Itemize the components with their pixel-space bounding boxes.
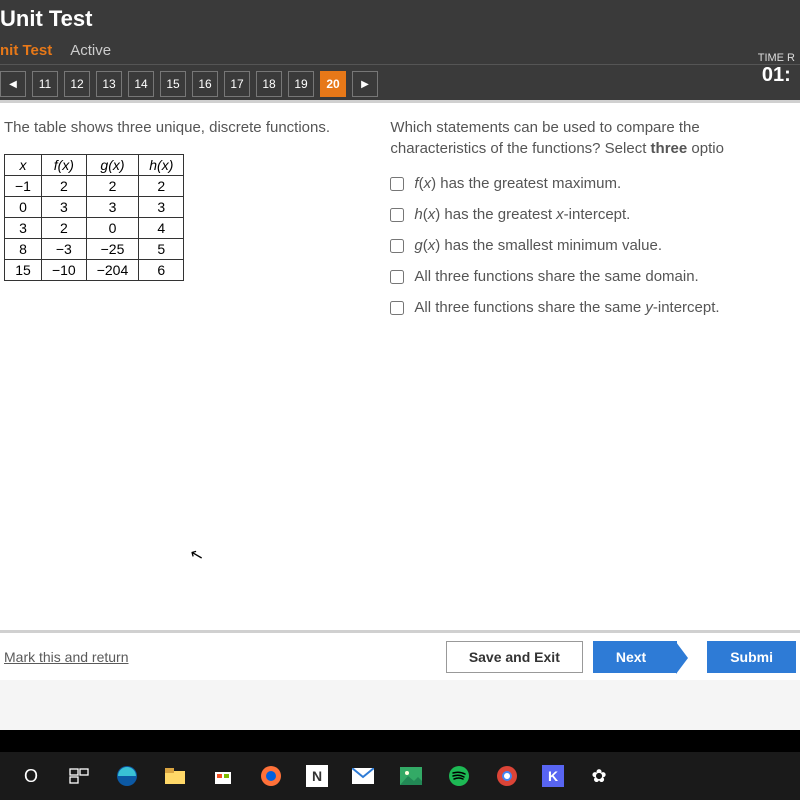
option-3-label: g(x) has the smallest minimum value.: [414, 237, 662, 254]
firefox-icon[interactable]: [258, 763, 284, 789]
question-content: The table shows three unique, discrete f…: [0, 100, 800, 680]
task-view-icon[interactable]: [66, 763, 92, 789]
search-icon[interactable]: O: [18, 763, 44, 789]
table-row: −1222: [5, 176, 184, 197]
nav-item-18[interactable]: 18: [256, 71, 282, 97]
crumb-active: Active: [70, 42, 111, 59]
photos-icon[interactable]: [398, 763, 424, 789]
mark-return-link[interactable]: Mark this and return: [4, 649, 129, 665]
th-gx: g(x): [86, 155, 139, 176]
question-nav: ◀ 11 12 13 14 15 16 17 18 19 20 ▶: [0, 64, 800, 104]
app-k-icon[interactable]: K: [542, 765, 564, 787]
option-3[interactable]: g(x) has the smallest minimum value.: [390, 237, 796, 254]
table-row: 8−3−255: [5, 239, 184, 260]
mail-icon[interactable]: [350, 763, 376, 789]
answer-options: f(x) has the greatest maximum. h(x) has …: [390, 175, 796, 316]
nav-item-12[interactable]: 12: [64, 71, 90, 97]
footer-bar: Mark this and return Save and Exit Next …: [0, 630, 800, 680]
right-prompt: Which statements can be used to compare …: [390, 117, 796, 159]
chrome-icon[interactable]: [494, 763, 520, 789]
checkbox-5[interactable]: [390, 301, 404, 315]
spotify-icon[interactable]: [446, 763, 472, 789]
nav-item-20[interactable]: 20: [320, 71, 346, 97]
windows-taskbar[interactable]: O N K ✿: [0, 752, 800, 800]
nav-item-16[interactable]: 16: [192, 71, 218, 97]
checkbox-4[interactable]: [390, 270, 404, 284]
settings-icon[interactable]: ✿: [586, 763, 612, 789]
question-left: The table shows three unique, discrete f…: [4, 117, 378, 680]
app-window: Unit Test nit Test Active ◀ 11 12 13 14 …: [0, 0, 800, 730]
option-4-label: All three functions share the same domai…: [414, 268, 698, 285]
table-row: 0333: [5, 197, 184, 218]
save-exit-button[interactable]: Save and Exit: [446, 641, 583, 673]
nav-item-14[interactable]: 14: [128, 71, 154, 97]
option-1[interactable]: f(x) has the greatest maximum.: [390, 175, 796, 192]
next-button[interactable]: Next: [593, 641, 677, 673]
option-2-label: h(x) has the greatest x-intercept.: [414, 206, 630, 223]
nav-item-15[interactable]: 15: [160, 71, 186, 97]
nav-item-17[interactable]: 17: [224, 71, 250, 97]
function-table: x f(x) g(x) h(x) −1222 0333 3204 8−3−255…: [4, 154, 184, 281]
timer-label: TIME R: [758, 52, 795, 64]
checkbox-1[interactable]: [390, 177, 404, 191]
table-row: 3204: [5, 218, 184, 239]
table-header-row: x f(x) g(x) h(x): [5, 155, 184, 176]
checkbox-2[interactable]: [390, 208, 404, 222]
table-row: 15−10−2046: [5, 260, 184, 281]
file-explorer-icon[interactable]: [162, 763, 188, 789]
option-5-label: All three functions share the same y-int…: [414, 299, 719, 316]
left-prompt: The table shows three unique, discrete f…: [4, 117, 378, 138]
timer: TIME R 01:: [758, 52, 795, 87]
nav-next-button[interactable]: ▶: [352, 71, 378, 97]
nav-prev-button[interactable]: ◀: [0, 71, 26, 97]
option-1-label: f(x) has the greatest maximum.: [414, 175, 621, 192]
breadcrumb: nit Test Active: [0, 36, 800, 64]
option-2[interactable]: h(x) has the greatest x-intercept.: [390, 206, 796, 223]
option-4[interactable]: All three functions share the same domai…: [390, 268, 796, 285]
store-icon[interactable]: [210, 763, 236, 789]
th-fx: f(x): [41, 155, 86, 176]
crumb-test[interactable]: nit Test: [0, 42, 52, 59]
checkbox-3[interactable]: [390, 239, 404, 253]
page-title: Unit Test: [0, 0, 800, 32]
th-hx: h(x): [139, 155, 184, 176]
nav-item-19[interactable]: 19: [288, 71, 314, 97]
edge-icon[interactable]: [114, 763, 140, 789]
header: Unit Test nit Test Active ◀ 11 12 13 14 …: [0, 0, 800, 100]
option-5[interactable]: All three functions share the same y-int…: [390, 299, 796, 316]
nav-item-11[interactable]: 11: [32, 71, 58, 97]
th-x: x: [5, 155, 42, 176]
app-n-icon[interactable]: N: [306, 765, 328, 787]
timer-value: 01:: [758, 64, 795, 87]
submit-button[interactable]: Submi: [707, 641, 796, 673]
nav-item-13[interactable]: 13: [96, 71, 122, 97]
question-right: Which statements can be used to compare …: [390, 117, 796, 680]
